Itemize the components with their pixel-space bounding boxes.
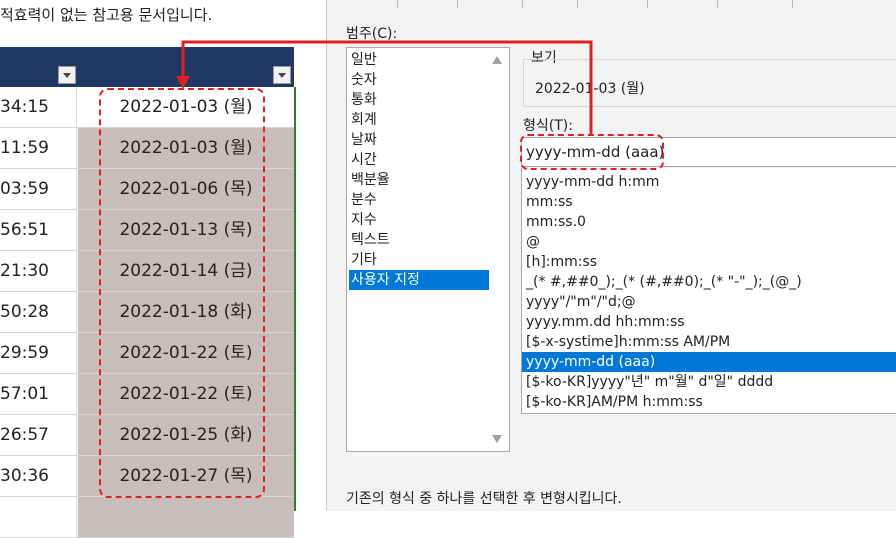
time-cell[interactable]: 57:01 [0, 374, 77, 414]
category-item[interactable]: 일반 [349, 50, 489, 70]
selection-border [294, 87, 296, 511]
table-header-row [0, 47, 294, 87]
spreadsheet: 적효력이 없는 참고용 문서입니다. 34:15 2022-01-03 (월) … [0, 0, 326, 538]
format-item[interactable]: [h]:mm:ss [522, 252, 896, 272]
format-item[interactable]: mm:ss [522, 192, 896, 212]
filter-dropdown-icon[interactable] [58, 66, 76, 84]
time-cell[interactable]: 26:57 [0, 415, 77, 455]
category-item[interactable]: 기타 [349, 250, 489, 270]
time-cell[interactable] [0, 497, 77, 537]
category-item-selected[interactable]: 사용자 지정 [349, 270, 489, 290]
scroll-down-icon[interactable] [492, 435, 502, 443]
category-item[interactable]: 분수 [349, 190, 489, 210]
category-item[interactable]: 날짜 [349, 130, 489, 150]
time-cell[interactable]: 56:51 [0, 210, 77, 250]
category-list[interactable]: 일반 숫자 통화 회계 날짜 시간 백분율 분수 지수 텍스트 기타 사용자 지… [346, 47, 510, 452]
format-cells-dialog: 범주(C): 일반 숫자 통화 회계 날짜 시간 백분율 분수 지수 텍스트 기… [326, 0, 896, 511]
format-item[interactable]: _(* #,##0_);_(* (#,##0);_(* "-"_);_(@_) [522, 272, 896, 292]
format-item[interactable]: [$-ko-KR]yyyy"년" m"월" d"일" dddd [522, 372, 896, 392]
format-list[interactable]: yyyy-mm-dd h:mm mm:ss mm:ss.0 @ [h]:mm:s… [521, 168, 896, 414]
time-cell[interactable]: 11:59 [0, 128, 77, 168]
format-item[interactable]: mm:ss.0 [522, 212, 896, 232]
category-item[interactable]: 백분율 [349, 170, 489, 190]
format-item[interactable]: @ [522, 232, 896, 252]
category-label: 범주(C): [346, 26, 398, 42]
date-cell[interactable] [78, 497, 294, 537]
format-item[interactable]: yyyy"/"m"/"d;@ [522, 292, 896, 312]
category-item[interactable]: 회계 [349, 110, 489, 130]
type-label: 형식(T): [523, 118, 573, 134]
format-item[interactable]: yyyy-mm-dd h:mm [522, 172, 896, 192]
category-item[interactable]: 시간 [349, 150, 489, 170]
time-cell[interactable]: 50:28 [0, 292, 77, 332]
format-item[interactable]: [$-x-systime]h:mm:ss AM/PM [522, 332, 896, 352]
dialog-tabs [327, 0, 896, 8]
category-item[interactable]: 숫자 [349, 70, 489, 90]
format-item-selected[interactable]: yyyy-mm-dd (aaa) [522, 352, 896, 372]
sample-value: 2022-01-03 (월) [535, 81, 645, 97]
highlight-box-dates [99, 88, 265, 498]
table-row[interactable] [0, 497, 294, 538]
description-text: 기존의 형식 중 하나를 선택한 후 변형시킵니다. [346, 491, 622, 507]
category-item[interactable]: 지수 [349, 210, 489, 230]
scroll-up-icon[interactable] [492, 56, 502, 64]
format-item[interactable]: [$-ko-KR]AM/PM h:mm:ss [522, 392, 896, 412]
notice-text: 적효력이 없는 참고용 문서입니다. [0, 6, 213, 24]
category-item[interactable]: 통화 [349, 90, 489, 110]
time-cell[interactable]: 29:59 [0, 333, 77, 373]
filter-dropdown-icon[interactable] [273, 66, 291, 84]
time-cell[interactable]: 21:30 [0, 251, 77, 291]
time-cell[interactable]: 34:15 [0, 87, 77, 127]
time-cell[interactable]: 30:36 [0, 456, 77, 496]
time-cell[interactable]: 03:59 [0, 169, 77, 209]
highlight-box-format [520, 134, 664, 170]
format-item[interactable]: yyyy.mm.dd hh:mm:ss [522, 312, 896, 332]
category-item[interactable]: 텍스트 [349, 230, 489, 250]
